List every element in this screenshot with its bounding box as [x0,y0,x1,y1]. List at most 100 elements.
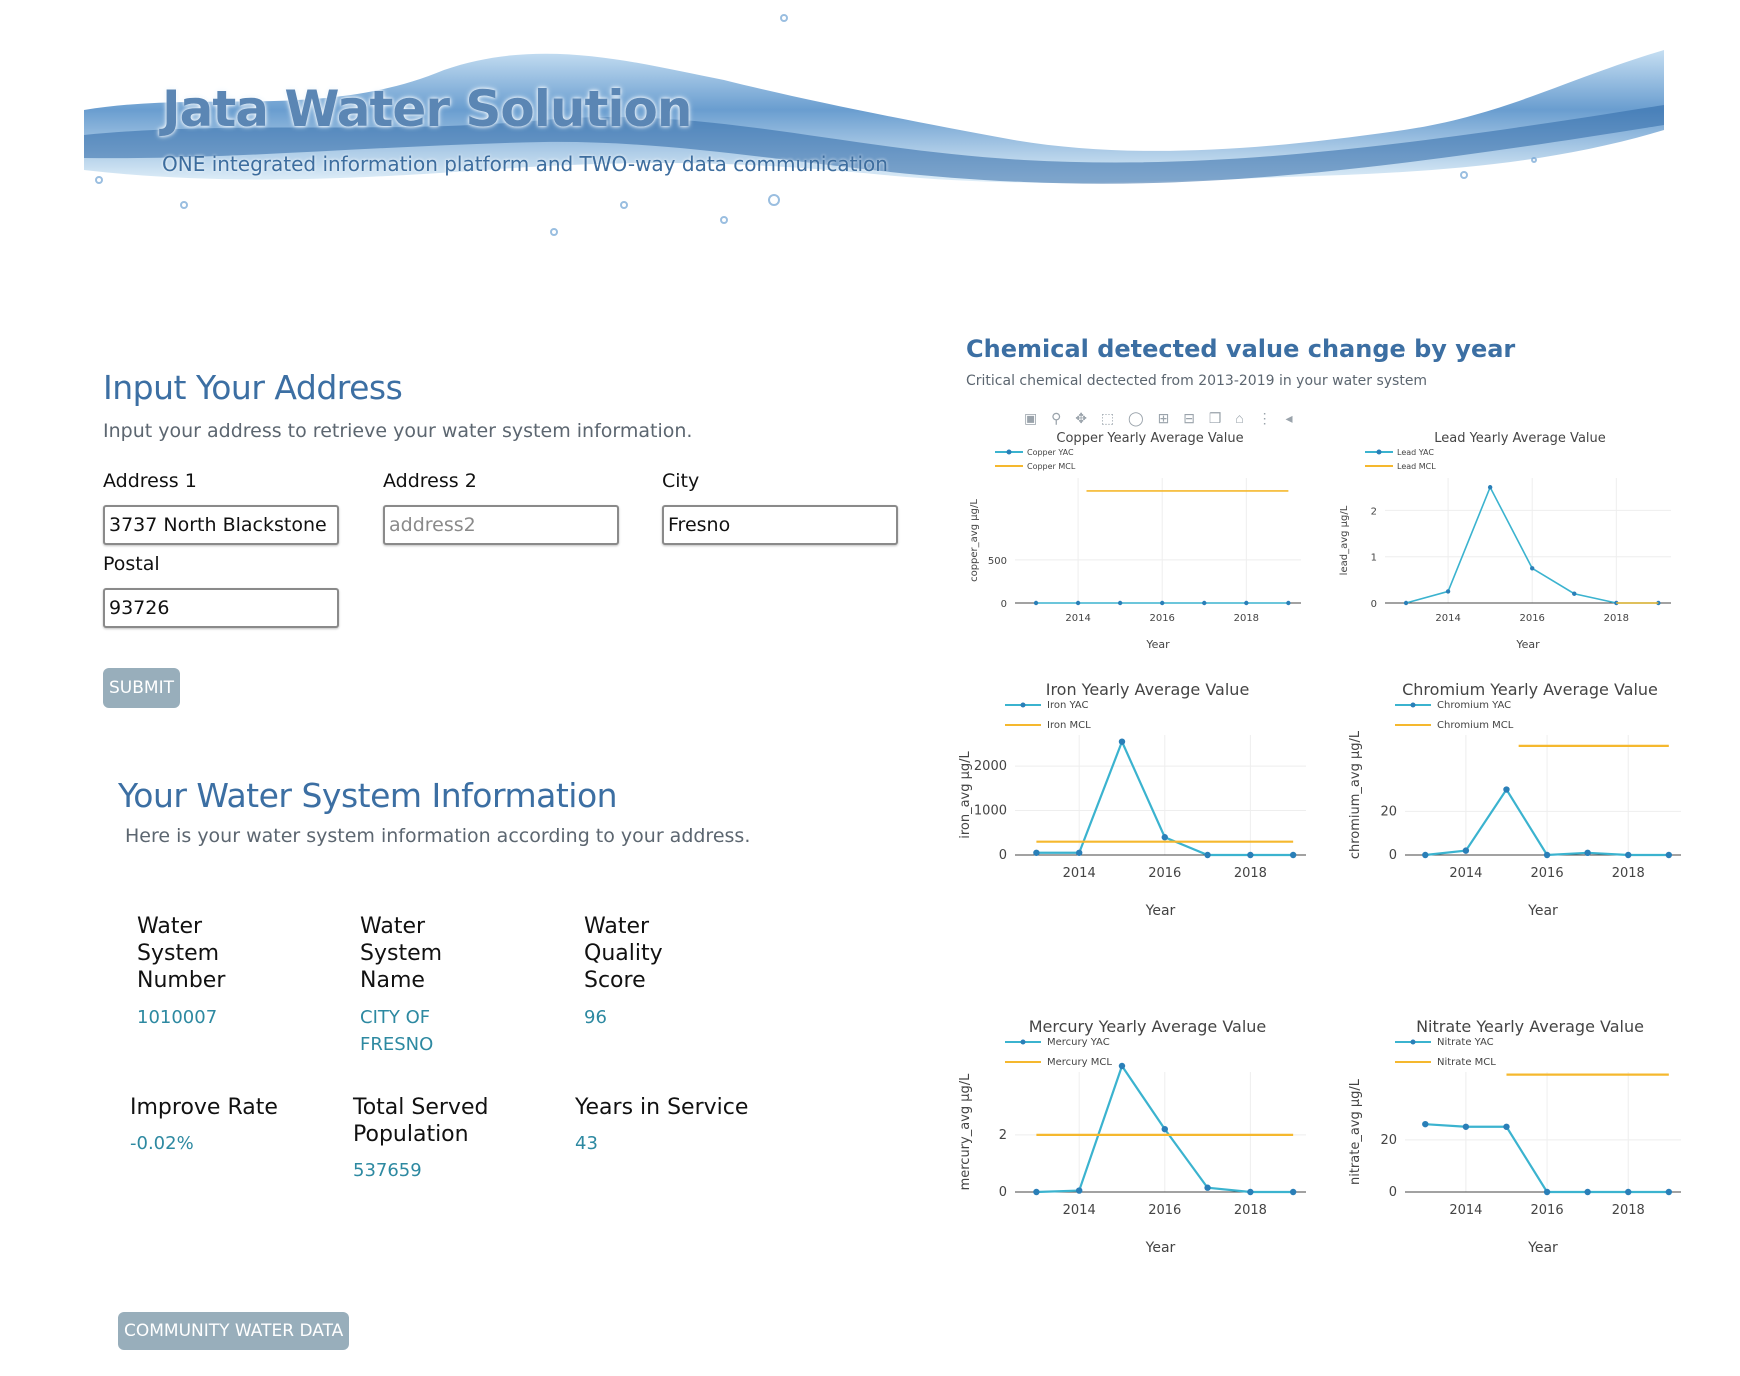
legend-label: Lead YAC [1397,448,1434,457]
legend-marker [1020,1039,1026,1045]
legend-label: Chromium MCL [1437,720,1514,731]
y-tick-label: 1000 [974,804,1007,819]
data-point [1289,851,1297,859]
data-point [1625,1188,1632,1196]
data-point [1543,851,1551,859]
x-tick-label: 2018 [1234,866,1267,881]
address2-label: Address 2 [383,470,477,492]
address-form-description: Input your address to retrieve your wate… [103,420,693,442]
y-axis-label: nitrate_avg µg/L [1348,1078,1363,1185]
improve-rate-value: -0.02% [130,1133,194,1154]
data-point [1572,591,1577,596]
data-point [1075,1187,1083,1194]
zoom-in-icon[interactable]: ⊞ [1158,410,1175,427]
legend-label: Mercury YAC [1047,1037,1110,1048]
submit-button[interactable]: SUBMIT [103,668,180,708]
y-tick-label: 1 [1371,553,1377,564]
site-title: Jata Water Solution [162,80,692,138]
data-point [1244,600,1249,606]
zoom-out-icon[interactable]: ⊟ [1183,410,1200,427]
chart-title: Lead Yearly Average Value [1434,431,1606,446]
y-axis-label: iron_avg µg/L [958,750,973,838]
chart-section-title: Chemical detected value change by year [966,335,1516,363]
data-point [1118,1062,1126,1070]
x-axis-label: Year [1527,903,1558,919]
data-point [1161,1125,1168,1133]
y-tick-label: 0 [1389,848,1397,863]
data-point [1033,600,1039,606]
chart-section-subtitle: Critical chemical dectected from 2013-20… [966,373,1428,389]
chromium-chart: Chromium Yearly Average Value 2014 2016 201… [1348,680,1681,919]
legend-marker [1410,702,1416,708]
iron-chart: Iron Yearly Average Value 2014 2016 2018 0 10… [958,680,1306,919]
x-tick-label: 2018 [1234,613,1259,624]
legend-marker [1020,702,1026,708]
lasso-select-icon[interactable]: ◯ [1128,410,1149,427]
data-point [1289,1188,1297,1196]
x-axis-label: Year [1527,1240,1558,1256]
data-point [1665,851,1673,859]
legend-label: Iron YAC [1047,700,1088,711]
legend-marker [1376,449,1382,455]
x-tick-label: 2016 [1148,866,1181,881]
data-point [1584,1188,1591,1196]
data-point [1247,1188,1254,1196]
legend-label: Iron MCL [1047,720,1091,731]
y-axis-label: chromium_avg µg/L [1348,730,1363,859]
quality-score-label: Water Quality Score [584,914,663,993]
data-point [1117,600,1123,606]
data-point [1584,849,1591,857]
address1-input[interactable] [103,505,339,545]
system-number-label: Water System Number [137,914,226,993]
data-point [1422,1120,1429,1128]
x-tick-label: 2016 [1149,613,1174,624]
y-tick-label: 2 [1371,506,1377,517]
legend-label: Copper YAC [1027,448,1074,457]
city-input[interactable] [662,505,898,545]
data-point [1160,600,1165,606]
chart-title: Chromium Yearly Average Value [1402,680,1658,699]
y-tick-label: 0 [999,1185,1007,1200]
copper-chart: Copper Yearly Average Value 2014 2016 2018 0… [969,431,1301,651]
data-point [1530,566,1535,571]
data-point [1202,600,1207,606]
collapse-arrow-icon[interactable]: ◂ [1286,410,1298,427]
chart-title: Copper Yearly Average Value [1056,431,1243,446]
community-water-data-button[interactable]: COMMUNITY WATER DATA [118,1312,350,1350]
y-tick-label: 0 [1371,599,1377,610]
box-select-icon[interactable]: ⬚ [1101,410,1119,427]
city-label: City [662,470,700,492]
autoscale-icon[interactable]: ❒ [1209,410,1227,427]
nitrate-chart: Nitrate Yearly Average Value 2014 2016 2018… [1348,1017,1681,1256]
data-point [1075,849,1083,856]
data-point [1422,851,1429,859]
y-tick-label: 500 [988,556,1007,567]
zoom-icon[interactable]: ⚲ [1051,410,1066,427]
camera-icon[interactable]: ▣ [1024,410,1042,427]
x-tick-label: 2016 [1519,613,1544,624]
postal-label: Postal [103,553,160,575]
y-tick-label: 20 [1380,804,1397,819]
x-tick-label: 2014 [1449,1203,1482,1218]
header-banner: Jata Water Solution ONE integrated infor… [84,10,1664,260]
home-icon[interactable]: ⌂ [1235,410,1248,426]
data-point [1445,589,1451,594]
y-axis-label: mercury_avg µg/L [958,1073,973,1191]
postal-input[interactable] [103,588,339,628]
data-point [1543,1188,1551,1196]
data-point [1403,600,1409,606]
water-system-description: Here is your water system information ac… [125,825,751,847]
data-point [1462,1123,1470,1130]
chart-title: Nitrate Yearly Average Value [1416,1017,1644,1036]
system-name-value: CITY OF FRESNO [360,1007,434,1055]
legend-label: Mercury MCL [1047,1057,1112,1068]
spike-lines-icon[interactable]: ⋮ [1258,410,1277,427]
pan-icon[interactable]: ✥ [1075,410,1092,427]
x-axis-label: Year [1515,638,1540,651]
chart-title: Mercury Yearly Average Value [1029,1017,1267,1036]
address2-input[interactable] [383,505,619,545]
data-point [1204,1184,1211,1191]
legend-label: Nitrate MCL [1437,1057,1496,1068]
system-number-value: 1010007 [137,1007,218,1028]
y-axis-label: copper_avg µg/L [969,499,980,582]
